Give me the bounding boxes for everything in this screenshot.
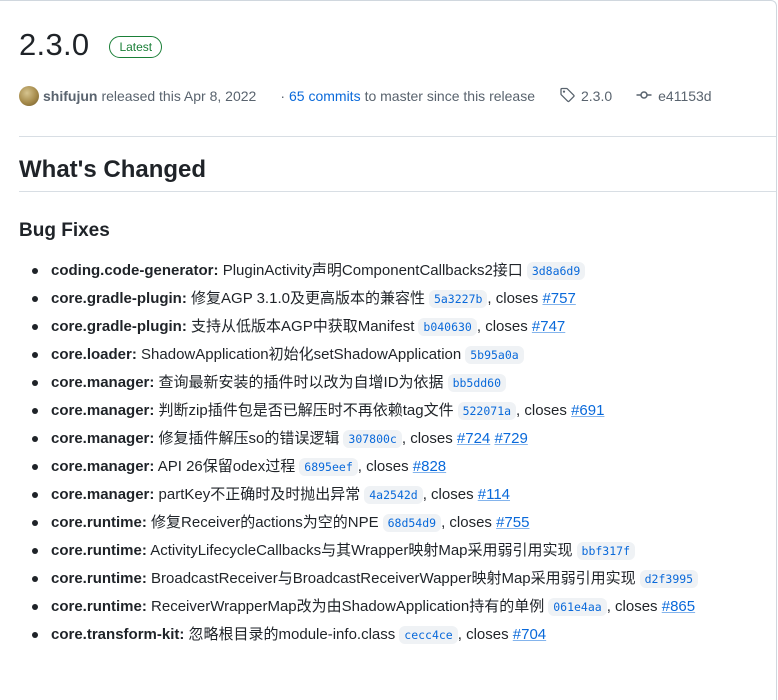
release-card: 2.3.0 Latest shifujun released this Apr … (0, 0, 777, 700)
item-scope: core.gradle-plugin: (51, 290, 187, 307)
item-text: ShadowApplication初始化setShadowApplication (141, 346, 462, 363)
author-link[interactable]: shifujun (43, 88, 97, 104)
commit-sha-link[interactable]: 5a3227b (428, 290, 488, 308)
bug-fixes-heading: Bug Fixes (19, 220, 110, 241)
closes-text: , closes (487, 290, 539, 307)
issue-link[interactable]: #729 (494, 430, 527, 447)
list-item: core.gradle-plugin: 支持从低版本AGP中获取Manifest… (32, 314, 778, 342)
closes-text: , closes (606, 598, 658, 615)
list-item: core.loader: ShadowApplication初始化setShad… (32, 342, 778, 370)
release-version-title[interactable]: 2.3.0 (19, 27, 89, 63)
item-scope: core.gradle-plugin: (51, 318, 187, 335)
item-text: ReceiverWrapperMap改为由ShadowApplication持有… (151, 598, 545, 615)
item-text: 修复Receiver的actions为空的NPE (151, 514, 379, 531)
tag-label: 2.3.0 (580, 88, 613, 104)
list-item: coding.code-generator: PluginActivity声明C… (32, 258, 778, 286)
item-text: 支持从低版本AGP中获取Manifest (191, 318, 415, 335)
release-meta: shifujun released this Apr 8, 2022 · 65 … (19, 86, 712, 106)
commit-sha-link[interactable]: 3d8a6d9 (526, 262, 586, 280)
commit-sha-link[interactable]: 6895eef (299, 458, 358, 476)
divider (19, 136, 776, 137)
item-scope: core.manager: (51, 430, 155, 447)
latest-badge: Latest (109, 36, 163, 58)
closes-text: , closes (422, 486, 474, 503)
commits-suffix: to master since this release (364, 88, 535, 104)
item-text: partKey不正确时及时抛出异常 (158, 486, 361, 503)
tag-icon (559, 87, 575, 106)
issue-link[interactable]: #724 (457, 430, 490, 447)
commits-link[interactable]: 65 commits (289, 88, 361, 104)
heading-divider (19, 191, 776, 192)
commit-sha-link[interactable]: 4a2542d (364, 486, 423, 504)
item-text: 修复插件解压so的错误逻辑 (158, 430, 340, 447)
item-text: PluginActivity声明ComponentCallbacks2接口 (222, 262, 523, 279)
issue-link[interactable]: #704 (513, 626, 546, 643)
list-item: core.runtime: ActivityLifecycleCallbacks… (32, 538, 778, 566)
item-scope: core.transform-kit: (51, 626, 185, 643)
issue-link[interactable]: #691 (571, 402, 604, 419)
item-text: API 26保留odex过程 (157, 458, 296, 475)
git-commit-icon (636, 87, 652, 106)
avatar[interactable] (19, 86, 39, 106)
commit-sha-link[interactable]: b040630 (418, 318, 477, 336)
release-date-text: released this Apr 8, 2022 (101, 88, 257, 104)
commit-sha-link[interactable]: bb5dd60 (447, 374, 507, 392)
list-item: core.manager: 查询最新安装的插件时以改为自增ID为依据 bb5dd6… (32, 370, 778, 398)
commit-sha-link[interactable]: 522071a (457, 402, 517, 420)
commit-sha-link[interactable]: 68d54d9 (382, 514, 442, 532)
issue-link[interactable]: #757 (542, 290, 575, 307)
changelog-list: coding.code-generator: PluginActivity声明C… (19, 258, 778, 650)
item-scope: core.manager: (51, 486, 155, 503)
list-item: core.gradle-plugin: 修复AGP 3.1.0及更高版本的兼容性… (32, 286, 778, 314)
commit-sha-link[interactable]: cecc4ce (399, 626, 458, 644)
commit-sha-link[interactable]: 5b95a0a (465, 346, 524, 364)
item-scope: core.runtime: (51, 542, 147, 559)
release-title-row: 2.3.0 Latest (19, 27, 163, 63)
closes-text: , closes (516, 402, 567, 419)
commit-sha-link[interactable]: 061e4aa (548, 598, 607, 616)
item-scope: core.runtime: (51, 514, 147, 531)
list-item: core.manager: partKey不正确时及时抛出异常 4a2542d, … (32, 482, 778, 510)
list-item: core.runtime: BroadcastReceiver与Broadcas… (32, 566, 778, 594)
item-text: 判断zip插件包是否已解压时不再依赖tag文件 (158, 402, 454, 419)
commit-sha-link[interactable]: d2f3995 (639, 570, 699, 588)
tag-ref[interactable]: 2.3.0 (559, 87, 612, 106)
item-scope: core.runtime: (51, 570, 147, 587)
issue-link[interactable]: #747 (532, 318, 565, 335)
closes-text: , closes (476, 318, 528, 335)
list-item: core.runtime: ReceiverWrapperMap改为由Shado… (32, 594, 778, 622)
item-scope: core.manager: (51, 458, 155, 475)
issue-link[interactable]: #114 (478, 486, 510, 503)
issue-link[interactable]: #755 (496, 514, 529, 531)
list-item: core.transform-kit: 忽略根目录的module-info.cl… (32, 622, 778, 650)
commit-label: e41153d (658, 88, 712, 104)
list-item: core.manager: 修复插件解压so的错误逻辑 307800c, clos… (32, 426, 778, 454)
item-text: BroadcastReceiver与BroadcastReceiverWappe… (151, 570, 636, 587)
list-item: core.runtime: 修复Receiver的actions为空的NPE 68… (32, 510, 778, 538)
closes-text: , closes (401, 430, 453, 447)
closes-text: , closes (441, 514, 492, 531)
item-scope: core.manager: (51, 402, 155, 419)
closes-text: , closes (357, 458, 409, 475)
commit-sha-link[interactable]: bbf317f (576, 542, 635, 560)
list-item: core.manager: API 26保留odex过程 6895eef, clo… (32, 454, 778, 482)
commit-ref[interactable]: e41153d (636, 87, 712, 106)
separator-dot: · (280, 88, 285, 104)
item-scope: core.manager: (51, 374, 155, 391)
list-item: core.manager: 判断zip插件包是否已解压时不再依赖tag文件 522… (32, 398, 778, 426)
closes-text: , closes (457, 626, 509, 643)
item-scope: core.loader: (51, 346, 137, 363)
commit-sha-link[interactable]: 307800c (343, 430, 402, 448)
whats-changed-heading: What's Changed (19, 156, 207, 183)
item-text: 忽略根目录的module-info.class (188, 626, 396, 643)
issue-link[interactable]: #865 (662, 598, 695, 615)
item-text: ActivityLifecycleCallbacks与其Wrapper映射Map… (150, 542, 573, 559)
issue-link[interactable]: #828 (413, 458, 446, 475)
item-text: 查询最新安装的插件时以改为自增ID为依据 (158, 374, 444, 391)
item-scope: core.runtime: (51, 598, 147, 615)
item-scope: coding.code-generator: (51, 262, 219, 279)
item-text: 修复AGP 3.1.0及更高版本的兼容性 (191, 290, 425, 307)
